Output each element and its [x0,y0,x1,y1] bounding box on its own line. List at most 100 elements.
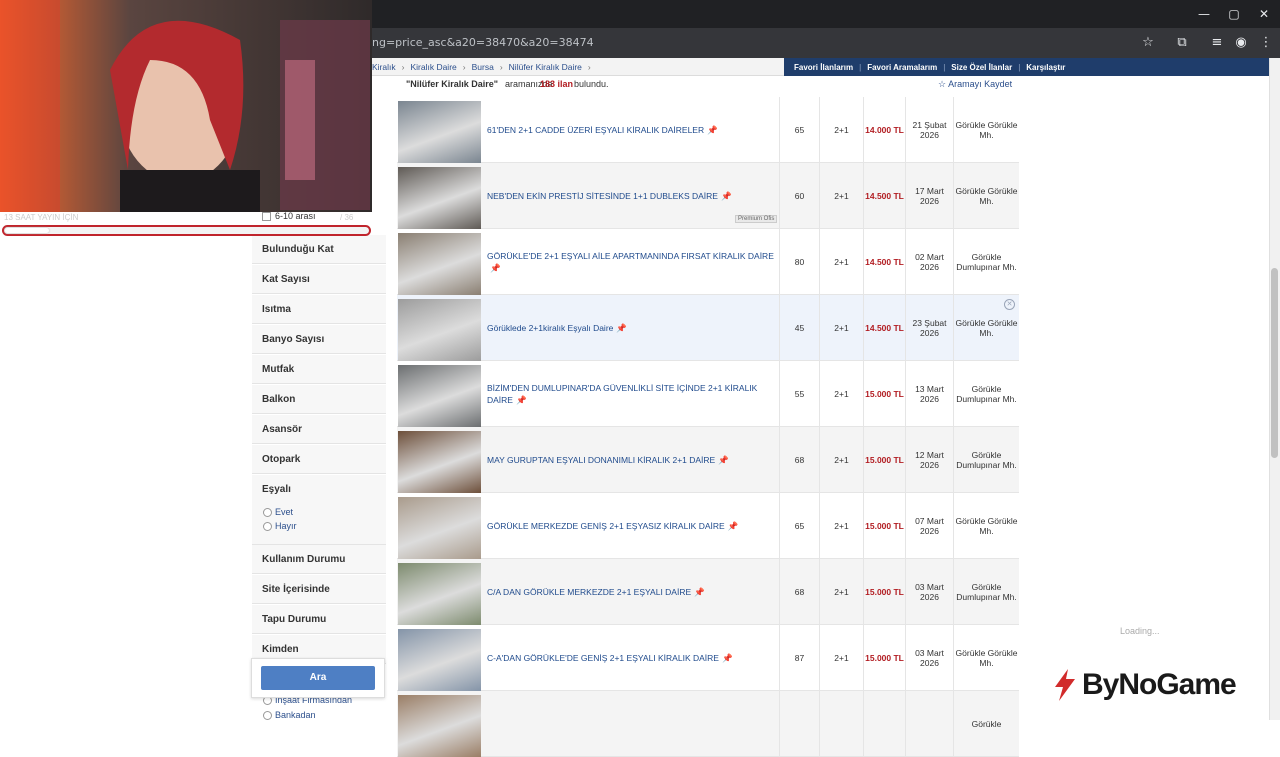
filter-section[interactable]: Tapu Durumu [252,605,386,634]
listing-title[interactable]: MAY GURUPTAN EŞYALI DONANIMLI KİRALIK 2+… [487,455,715,465]
listing-row[interactable]: 61'DEN 2+1 CADDE ÜZERİ EŞYALI KİRALIK DA… [397,97,1019,163]
webcam-image [0,0,372,212]
listing-date: 17 Mart 2026 [905,163,953,229]
filter-section[interactable]: Kullanım Durumu [252,545,386,574]
breadcrumb-item[interactable]: Kiralık Daire [410,62,456,72]
search-button[interactable]: Ara [261,666,375,690]
radio-icon[interactable] [263,507,272,517]
stream-overlay-text: 13 SAAT YAYIN İÇİN [4,213,79,222]
radio-bankadan[interactable]: Bankadan [263,710,316,720]
filter-section[interactable]: Banyo Sayısı [252,325,386,354]
listing-location: Görükle Dumlupınar Mh. [953,229,1019,295]
radio-evet[interactable]: Evet [263,507,293,517]
pin-icon: 📌 [616,323,627,333]
listing-location: Görükle Dumlupınar Mh. [953,427,1019,493]
listing-title-cell[interactable] [487,691,777,757]
nav-separator: | [943,62,946,72]
listing-title-cell[interactable]: GÖRÜKLE MERKEZDE GENİŞ 2+1 EŞYASIZ KİRAL… [487,493,777,559]
breadcrumb-item[interactable]: Nilüfer Kiralık Daire [509,62,582,72]
listing-title-cell[interactable]: Görüklede 2+1kiralık Eşyalı Daire 📌 [487,295,777,361]
close-window-icon[interactable]: ✕ [1256,6,1272,22]
filter-section[interactable]: Otopark [252,445,386,474]
filter-section[interactable]: Mutfak [252,355,386,384]
listing-date: 13 Mart 2026 [905,361,953,427]
result-summary: "Nilüfer Kiralık Daire" aramanızda 183 i… [372,76,1020,94]
listing-row[interactable]: Görükle [397,691,1019,757]
listing-row[interactable]: C/A DAN GÖRÜKLE MERKEZDE 2+1 EŞYALI DAİR… [397,559,1019,625]
listing-row[interactable]: NEB'DEN EKİN PRESTİJ SİTESİNDE 1+1 DUBLE… [397,163,1019,229]
scrollbar-thumb[interactable] [1271,268,1278,458]
menu-icon[interactable]: ⋮ [1256,33,1276,53]
media-icon[interactable]: ≡ [1207,33,1227,53]
filter-section[interactable]: Isıtma [252,295,386,324]
listing-thumbnail[interactable] [398,431,481,493]
listing-m2: 68 [779,427,819,493]
radio-icon[interactable] [263,710,272,720]
listing-thumbnail[interactable] [398,365,481,427]
listing-title-cell[interactable]: BİZİM'DEN DUMLUPINAR'DA GÜVENLİKLİ SİTE … [487,361,777,427]
listing-title[interactable]: Görüklede 2+1kiralık Eşyalı Daire [487,323,613,333]
listing-title[interactable]: BİZİM'DEN DUMLUPINAR'DA GÜVENLİKLİ SİTE … [487,383,757,405]
listing-title-cell[interactable]: 61'DEN 2+1 CADDE ÜZERİ EŞYALI KİRALIK DA… [487,97,777,163]
radio-icon[interactable] [263,521,272,531]
listing-location: Görükle Görükle Mh. [953,493,1019,559]
nav-favorite-searches[interactable]: Favori Aramalarım [867,63,937,72]
listing-row[interactable]: C-A'DAN GÖRÜKLE'DE GENİŞ 2+1 EŞYALI KİRA… [397,625,1019,691]
listing-title[interactable]: GÖRÜKLE'DE 2+1 EŞYALI AİLE APARTMANINDA … [487,251,774,261]
filter-section[interactable]: Asansör [252,415,386,444]
listing-row[interactable]: Görüklede 2+1kiralık Eşyalı Daire 📌 45 2+… [397,295,1019,361]
star-icon[interactable]: ☆ [1138,33,1158,53]
breadcrumb-item[interactable]: Bursa [472,62,494,72]
save-search-link[interactable]: ☆ Aramayı Kaydet [938,79,1012,90]
maximize-icon[interactable]: ▢ [1226,6,1242,22]
listing-date: 03 Mart 2026 [905,559,953,625]
listing-location: Görükle Görükle Mh. [953,163,1019,229]
listing-title[interactable]: C-A'DAN GÖRÜKLE'DE GENİŞ 2+1 EŞYALI KİRA… [487,653,719,663]
listing-row[interactable]: GÖRÜKLE'DE 2+1 EŞYALI AİLE APARTMANINDA … [397,229,1019,295]
url-text[interactable]: ng=price_asc&a20=38470&a20=38474 [372,36,594,49]
minimize-icon[interactable]: — [1196,6,1212,22]
listing-title-cell[interactable]: GÖRÜKLE'DE 2+1 EŞYALI AİLE APARTMANINDA … [487,229,777,295]
listing-title-cell[interactable]: C-A'DAN GÖRÜKLE'DE GENİŞ 2+1 EŞYALI KİRA… [487,625,777,691]
listing-thumbnail[interactable] [398,497,481,559]
listing-price: 15.000 TL [863,493,905,559]
close-icon[interactable]: ✕ [1004,299,1015,310]
listing-thumbnail[interactable] [398,167,481,229]
listing-thumbnail[interactable] [398,629,481,691]
listing-title-cell[interactable]: C/A DAN GÖRÜKLE MERKEZDE 2+1 EŞYALI DAİR… [487,559,777,625]
listing-thumbnail[interactable] [398,233,481,295]
pin-icon: 📌 [694,587,705,597]
radio-label: Bankadan [275,710,316,720]
listing-title[interactable]: C/A DAN GÖRÜKLE MERKEZDE 2+1 EŞYALI DAİR… [487,587,691,597]
listing-row[interactable]: BİZİM'DEN DUMLUPINAR'DA GÜVENLİKLİ SİTE … [397,361,1019,427]
listing-thumbnail[interactable] [398,101,481,163]
premium-badge: Premium Ofis [735,215,778,223]
nav-compare[interactable]: Karşılaştır [1026,63,1065,72]
listing-title[interactable]: NEB'DEN EKİN PRESTİJ SİTESİNDE 1+1 DUBLE… [487,191,718,201]
listing-thumbnail[interactable] [398,695,481,757]
listing-price [863,691,905,757]
filter-section[interactable]: Site İçerisinde [252,575,386,604]
profile-icon[interactable]: ◉ [1231,33,1251,53]
extensions-icon[interactable]: ⧉ [1172,33,1192,53]
listing-title[interactable]: GÖRÜKLE MERKEZDE GENİŞ 2+1 EŞYASIZ KİRAL… [487,521,725,531]
filter-section[interactable]: Bulunduğu Kat [252,235,386,264]
listing-table: 61'DEN 2+1 CADDE ÜZERİ EŞYALI KİRALIK DA… [397,97,1019,757]
listing-thumbnail[interactable] [398,299,481,361]
listing-rooms: 2+1 [819,295,863,361]
filter-section[interactable]: Balkon [252,385,386,414]
checkbox-icon[interactable] [262,211,271,221]
radio-hayir[interactable]: Hayır [263,521,297,531]
breadcrumb-item[interactable]: Kiralık [372,62,396,72]
listing-row[interactable]: GÖRÜKLE MERKEZDE GENİŞ 2+1 EŞYASIZ KİRAL… [397,493,1019,559]
listing-title-cell[interactable]: MAY GURUPTAN EŞYALI DONANIMLI KİRALIK 2+… [487,427,777,493]
filter-option-6-10[interactable]: 6-10 arası [262,211,316,221]
listing-row[interactable]: MAY GURUPTAN EŞYALI DONANIMLI KİRALIK 2+… [397,427,1019,493]
listing-title-cell[interactable]: NEB'DEN EKİN PRESTİJ SİTESİNDE 1+1 DUBLE… [487,163,777,229]
listing-m2: 68 [779,559,819,625]
listing-thumbnail[interactable] [398,563,481,625]
nav-special-listings[interactable]: Size Özel İlanlar [951,63,1012,72]
listing-title[interactable]: 61'DEN 2+1 CADDE ÜZERİ EŞYALI KİRALIK DA… [487,125,704,135]
filter-section[interactable]: Kat Sayısı [252,265,386,294]
nav-favorite-listings[interactable]: Favori İlanlarım [794,63,853,72]
